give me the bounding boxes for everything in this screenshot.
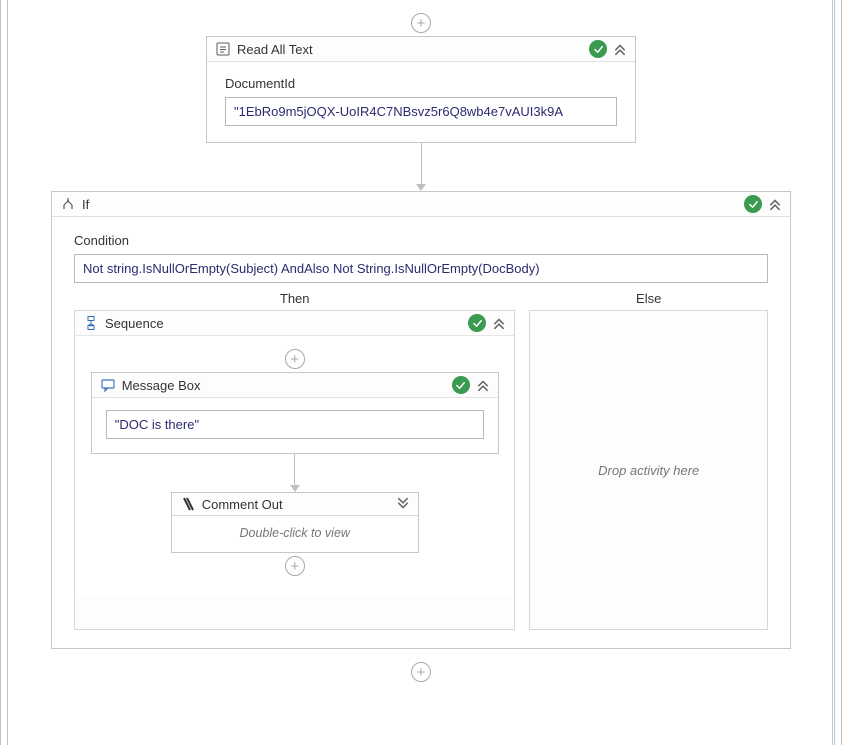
activity-header[interactable]: Read All Text <box>207 37 635 62</box>
activity-if[interactable]: If Condition Then <box>51 191 791 649</box>
collapse-chevron-icon[interactable] <box>492 316 506 330</box>
collapse-chevron-icon[interactable] <box>613 42 627 56</box>
message-text-input[interactable] <box>106 410 484 439</box>
activity-title: If <box>82 197 738 212</box>
activity-title: Message Box <box>122 378 446 393</box>
read-text-icon <box>215 41 231 57</box>
comment-icon <box>180 496 196 512</box>
activity-comment-out[interactable]: Comment Out Double-click to view <box>171 492 419 553</box>
else-label: Else <box>529 291 768 306</box>
else-drop-area[interactable]: Drop activity here <box>529 310 768 630</box>
activity-message-box[interactable]: Message Box <box>91 372 499 454</box>
activity-title: Read All Text <box>237 42 583 57</box>
then-panel[interactable]: Sequence + <box>74 310 515 630</box>
comment-hint: Double-click to view <box>172 516 418 552</box>
if-icon <box>60 196 76 212</box>
else-placeholder: Drop activity here <box>598 463 699 478</box>
validation-ok-icon <box>452 376 470 394</box>
add-activity-button[interactable]: + <box>411 13 431 33</box>
then-label: Then <box>74 291 515 306</box>
activity-title: Sequence <box>105 316 462 331</box>
designer-canvas: + Read All Text DocumentId <box>18 0 824 745</box>
expand-chevron-icon[interactable] <box>396 497 410 511</box>
flow-connector <box>18 143 824 191</box>
add-activity-button[interactable]: + <box>411 662 431 682</box>
condition-input[interactable] <box>74 254 768 283</box>
activity-title: Comment Out <box>202 497 390 512</box>
vertical-guide-left <box>0 0 8 745</box>
vertical-guide-right <box>834 0 842 745</box>
sequence-icon <box>83 315 99 331</box>
collapse-chevron-icon[interactable] <box>768 197 782 211</box>
validation-ok-icon <box>468 314 486 332</box>
activity-header[interactable]: Message Box <box>92 373 498 398</box>
field-label-condition: Condition <box>74 233 768 248</box>
activity-header[interactable]: If <box>52 192 790 217</box>
message-box-icon <box>100 377 116 393</box>
flow-connector <box>89 454 500 492</box>
validation-ok-icon <box>589 40 607 58</box>
documentid-input[interactable] <box>225 97 617 126</box>
activity-read-all-text[interactable]: Read All Text DocumentId <box>206 36 636 143</box>
activity-header[interactable]: Sequence <box>75 311 514 336</box>
collapse-chevron-icon[interactable] <box>476 378 490 392</box>
add-activity-button[interactable]: + <box>285 556 305 576</box>
validation-ok-icon <box>744 195 762 213</box>
field-label-documentid: DocumentId <box>225 76 617 91</box>
add-activity-button[interactable]: + <box>285 349 305 369</box>
activity-sequence[interactable]: Sequence + <box>75 311 514 595</box>
activity-header[interactable]: Comment Out <box>172 493 418 516</box>
